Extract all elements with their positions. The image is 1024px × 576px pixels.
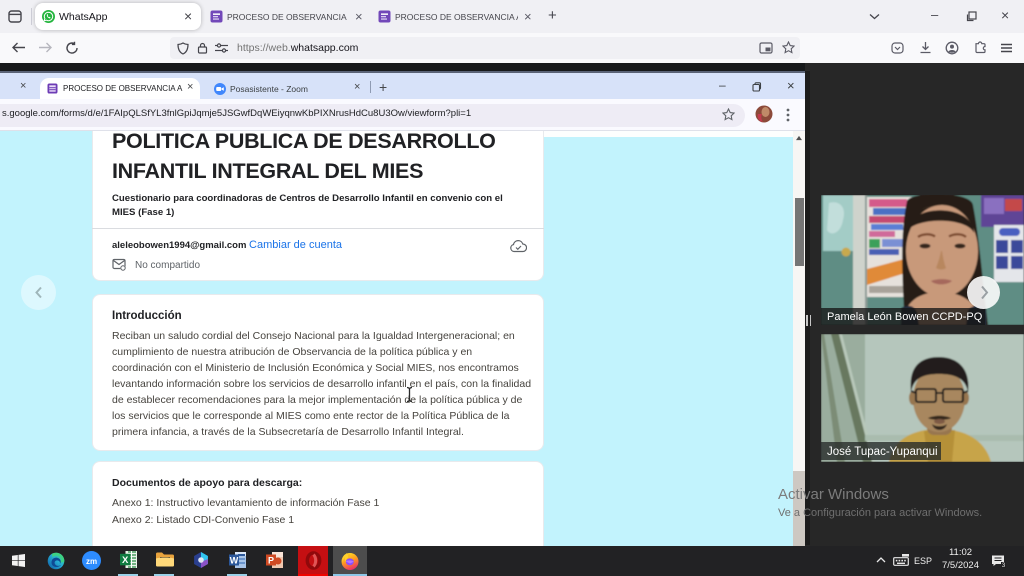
svg-text:X: X: [122, 555, 129, 566]
svg-text:Pamela León Bowen CCPD-PQ: Pamela León Bowen CCPD-PQ: [827, 311, 983, 323]
svg-text:P: P: [268, 556, 274, 566]
svg-text:José Tupac-Yupanqui: José Tupac-Yupanqui: [827, 446, 938, 458]
svg-text:W: W: [230, 556, 239, 566]
svg-text:zm: zm: [86, 557, 97, 566]
